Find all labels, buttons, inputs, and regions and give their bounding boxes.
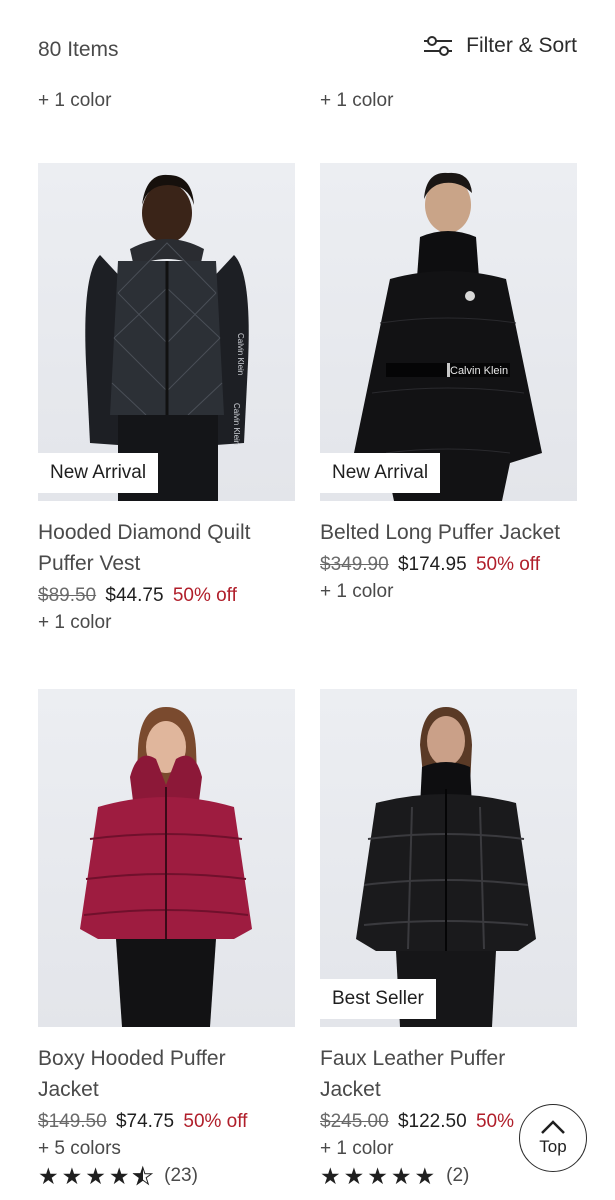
star-icon: ★	[108, 1163, 130, 1189]
product-badge: New Arrival	[320, 453, 441, 493]
star-icon: ★	[414, 1163, 436, 1189]
product-colors[interactable]: + 1 color	[320, 581, 577, 603]
product-image[interactable]: Best Seller	[320, 689, 577, 1027]
sale-price: $44.75	[105, 585, 164, 606]
back-to-top-label: Top	[539, 1137, 567, 1156]
product-name[interactable]: Boxy Hooded Puffer Jacket	[38, 1043, 295, 1105]
product-price: $149.50 $74.75 50% off	[38, 1111, 295, 1133]
product-image[interactable]: Calvin Klein Calvin Klein New Arrival	[38, 163, 295, 501]
svg-text:Calvin Klein: Calvin Klein	[236, 333, 245, 375]
sliders-icon	[422, 34, 454, 58]
discount-label: 50%	[475, 1111, 514, 1132]
product-image[interactable]	[38, 689, 295, 1027]
filter-sort-label: Filter & Sort	[466, 34, 577, 57]
product-badge: Best Seller	[320, 979, 436, 1019]
prev-left-colors[interactable]: + 1 color	[38, 90, 111, 112]
rating-count: (23)	[164, 1165, 198, 1186]
product-colors[interactable]: + 5 colors	[38, 1138, 295, 1160]
star-icon: ★	[320, 1163, 341, 1189]
product-card[interactable]: Boxy Hooded Puffer Jacket $149.50 $74.75…	[38, 689, 295, 1189]
product-card[interactable]: Calvin Klein Calvin Klein New Arrival Ho…	[38, 163, 295, 634]
rating-count: (2)	[446, 1165, 470, 1186]
product-badge: New Arrival	[38, 453, 159, 493]
discount-label: 50% off	[172, 585, 237, 606]
star-icon: ★	[390, 1163, 412, 1189]
product-card[interactable]: Calvin Klein New Arrival Belted Long Puf…	[320, 163, 577, 603]
original-price: $245.00	[320, 1111, 389, 1132]
product-rating[interactable]: ★ ★ ★ ★ ★ (23)	[38, 1163, 295, 1189]
sale-price: $174.95	[397, 554, 467, 575]
star-icon: ★	[343, 1163, 365, 1189]
sale-price: $122.50	[397, 1111, 467, 1132]
product-name[interactable]: Hooded Diamond Quilt Puffer Vest	[38, 517, 295, 579]
original-price: $349.90	[320, 554, 389, 575]
star-half-icon: ★	[132, 1163, 154, 1189]
product-price: $349.90 $174.95 50% off	[320, 554, 577, 576]
star-icon: ★	[38, 1163, 59, 1189]
belt-text: Calvin Klein	[450, 365, 508, 377]
item-count: 80 Items	[38, 38, 119, 61]
product-image[interactable]: Calvin Klein New Arrival	[320, 163, 577, 501]
filter-sort-button[interactable]: Filter & Sort	[422, 34, 577, 58]
star-icon: ★	[367, 1163, 388, 1189]
back-to-top-button[interactable]: Top	[519, 1104, 587, 1172]
product-name[interactable]: Faux Leather Puffer Jacket	[320, 1043, 577, 1105]
star-icon: ★	[61, 1163, 83, 1189]
sale-price: $74.75	[115, 1111, 175, 1132]
star-icon: ★	[85, 1163, 106, 1189]
original-price: $149.50	[38, 1111, 107, 1132]
original-price: $89.50	[38, 585, 97, 606]
chevron-up-icon	[540, 1119, 566, 1137]
svg-text:Calvin Klein: Calvin Klein	[232, 403, 241, 445]
prev-right-colors[interactable]: + 1 color	[320, 90, 393, 112]
product-price: $89.50 $44.75 50% off	[38, 585, 295, 607]
product-name[interactable]: Belted Long Puffer Jacket	[320, 517, 577, 548]
discount-label: 50% off	[183, 1111, 248, 1132]
product-colors[interactable]: + 1 color	[38, 612, 295, 634]
discount-label: 50% off	[475, 554, 541, 575]
